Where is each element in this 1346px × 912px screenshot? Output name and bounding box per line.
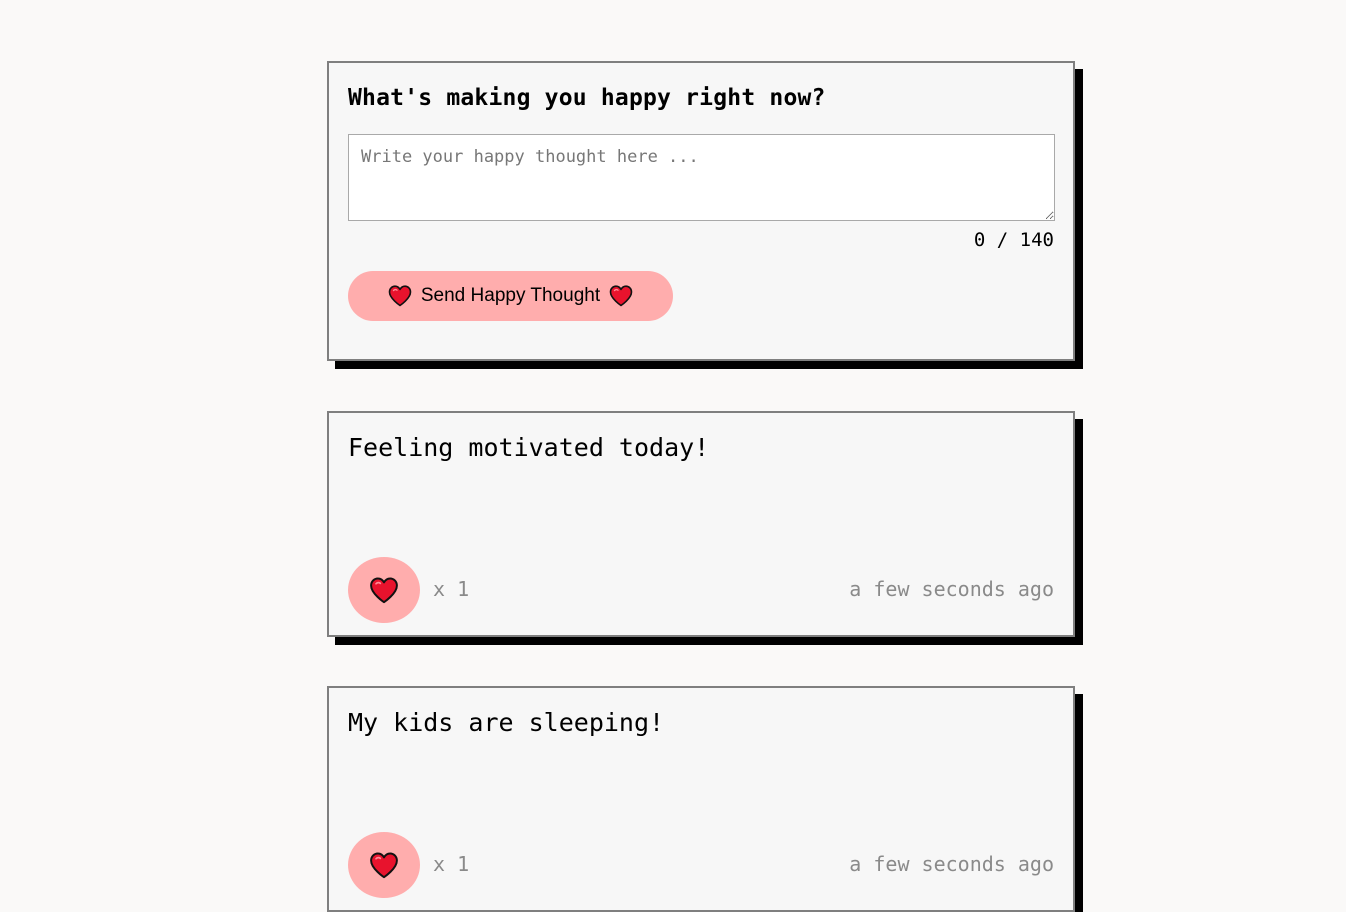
send-happy-thought-button[interactable]: Send Happy Thought [348, 271, 673, 321]
send-button-label: Send Happy Thought [420, 285, 601, 306]
happy-thought-form: What's making you happy right now? 0 / 1… [327, 61, 1075, 361]
like-count: x 1 [433, 577, 470, 601]
like-button[interactable] [348, 557, 420, 623]
heart-icon [609, 285, 633, 307]
timestamp: a few seconds ago [849, 852, 1054, 876]
heart-icon [388, 285, 412, 307]
heart-icon [369, 576, 399, 604]
form-title: What's making you happy right now? [348, 85, 826, 111]
thought-card: My kids are sleeping! x 1 a few seconds … [327, 686, 1075, 912]
like-button[interactable] [348, 832, 420, 898]
thought-input[interactable] [348, 134, 1055, 221]
thought-card: Feeling motivated today! x 1 a few secon… [327, 411, 1075, 637]
thought-message: Feeling motivated today! [348, 433, 710, 462]
like-count: x 1 [433, 852, 470, 876]
timestamp: a few seconds ago [849, 577, 1054, 601]
heart-icon [369, 851, 399, 879]
character-counter: 0 / 140 [973, 229, 1054, 251]
thought-message: My kids are sleeping! [348, 708, 665, 737]
